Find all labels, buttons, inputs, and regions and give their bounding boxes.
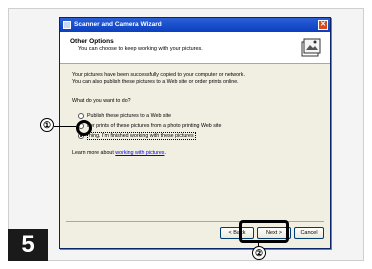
option-order-prints[interactable]: der prints of these pictures from a phot… xyxy=(78,122,221,130)
option-label: der prints of these pictures from a phot… xyxy=(87,123,222,129)
highlight-ring-next xyxy=(239,220,289,243)
option-nothing-finished[interactable]: hing. I'm finished working with these pi… xyxy=(78,132,196,140)
wizard-art-icon xyxy=(301,38,321,57)
cancel-button[interactable]: Cancel xyxy=(294,227,324,239)
step-number-badge: 5 xyxy=(8,229,48,261)
learn-more: Learn more about working with pictures. xyxy=(72,150,166,156)
window-title: Scanner and Camera Wizard xyxy=(74,21,162,28)
callout-two: ② xyxy=(252,246,266,260)
publish-message: You can also publish these pictures to a… xyxy=(72,79,239,85)
callout-one: ① xyxy=(40,118,54,132)
close-button[interactable]: ✕ xyxy=(318,20,328,30)
success-message: Your pictures have been successfully cop… xyxy=(72,72,245,78)
scanner-camera-icon xyxy=(63,21,71,29)
callout-pointer xyxy=(54,126,76,127)
wizard-header: Other Options You can choose to keep wor… xyxy=(60,32,330,64)
title-bar[interactable]: Scanner and Camera Wizard ✕ xyxy=(60,18,330,32)
header-title: Other Options xyxy=(70,38,114,45)
learn-more-prefix: Learn more about xyxy=(72,150,116,156)
radio-button[interactable] xyxy=(78,112,84,119)
wizard-window: Scanner and Camera Wizard ✕ Other Option… xyxy=(59,17,331,249)
highlight-ring-radio xyxy=(76,120,92,136)
option-label: hing. I'm finished working with these pi… xyxy=(87,132,196,140)
header-subtitle: You can choose to keep working with your… xyxy=(78,46,203,52)
option-label: Publish these pictures to a Web site xyxy=(87,113,172,119)
learn-more-suffix: . xyxy=(164,150,166,156)
learn-more-link[interactable]: working with pictures xyxy=(115,150,164,156)
option-publish-web[interactable]: Publish these pictures to a Web site xyxy=(78,112,171,120)
question-label: What do you want to do? xyxy=(72,98,131,104)
